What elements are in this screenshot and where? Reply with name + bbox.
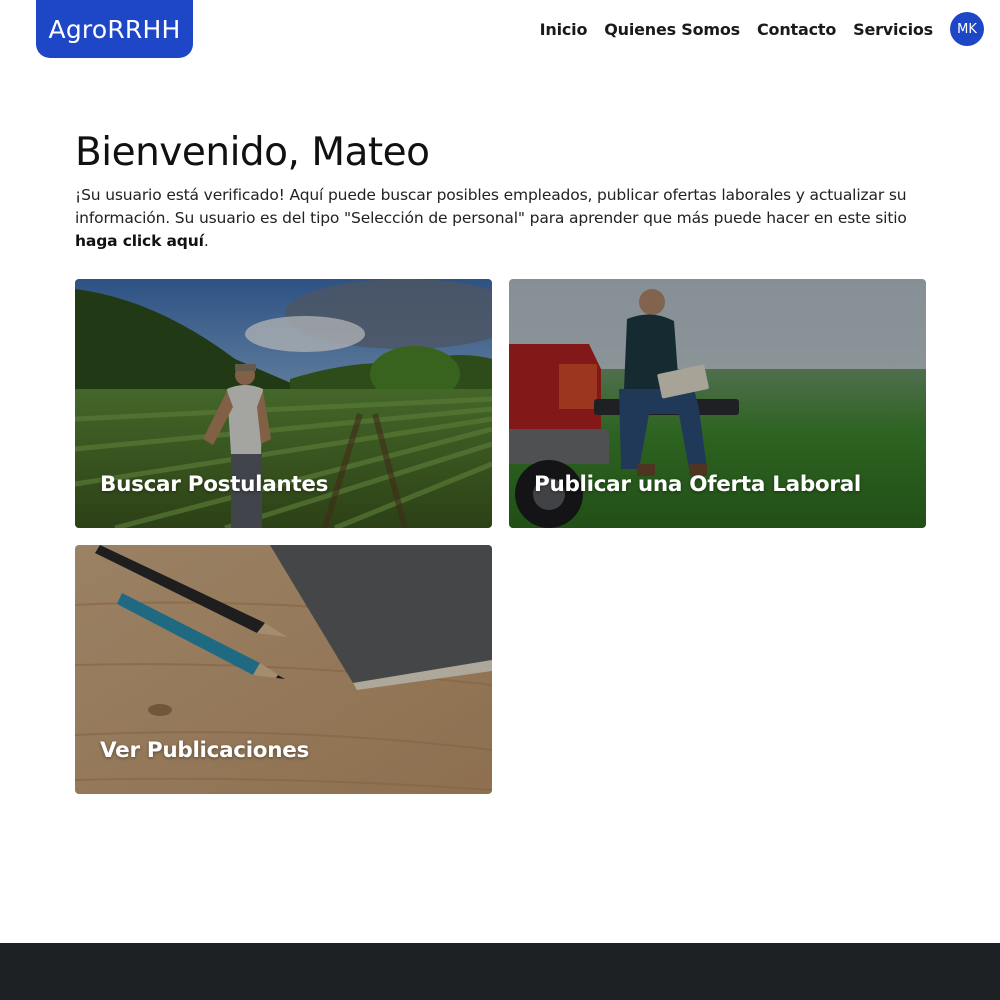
main-nav: Inicio Quienes Somos Contacto Servicios … — [540, 12, 984, 46]
welcome-text: ¡Su usuario está verificado! Aquí puede … — [75, 184, 925, 253]
nav-servicios[interactable]: Servicios — [853, 20, 933, 39]
help-link[interactable]: haga click aquí — [75, 232, 204, 250]
card-buscar-postulantes[interactable]: Buscar Postulantes — [75, 279, 492, 528]
card-publicar-oferta[interactable]: Publicar una Oferta Laboral — [509, 279, 926, 528]
welcome-body: ¡Su usuario está verificado! Aquí puede … — [75, 186, 907, 227]
nav-quienes-somos[interactable]: Quienes Somos — [604, 20, 740, 39]
page-title: Bienvenido, Mateo — [75, 130, 430, 175]
page-footer — [0, 943, 1000, 1000]
card-label: Buscar Postulantes — [100, 472, 329, 497]
welcome-tail: . — [203, 232, 209, 250]
card-label: Ver Publicaciones — [100, 738, 310, 763]
card-label: Publicar una Oferta Laboral — [534, 472, 861, 497]
brand-logo[interactable]: AgroRRHH — [36, 0, 193, 58]
nav-inicio[interactable]: Inicio — [540, 20, 588, 39]
user-avatar[interactable]: MK — [950, 12, 984, 46]
card-ver-publicaciones[interactable]: Ver Publicaciones — [75, 545, 492, 794]
nav-contacto[interactable]: Contacto — [757, 20, 836, 39]
